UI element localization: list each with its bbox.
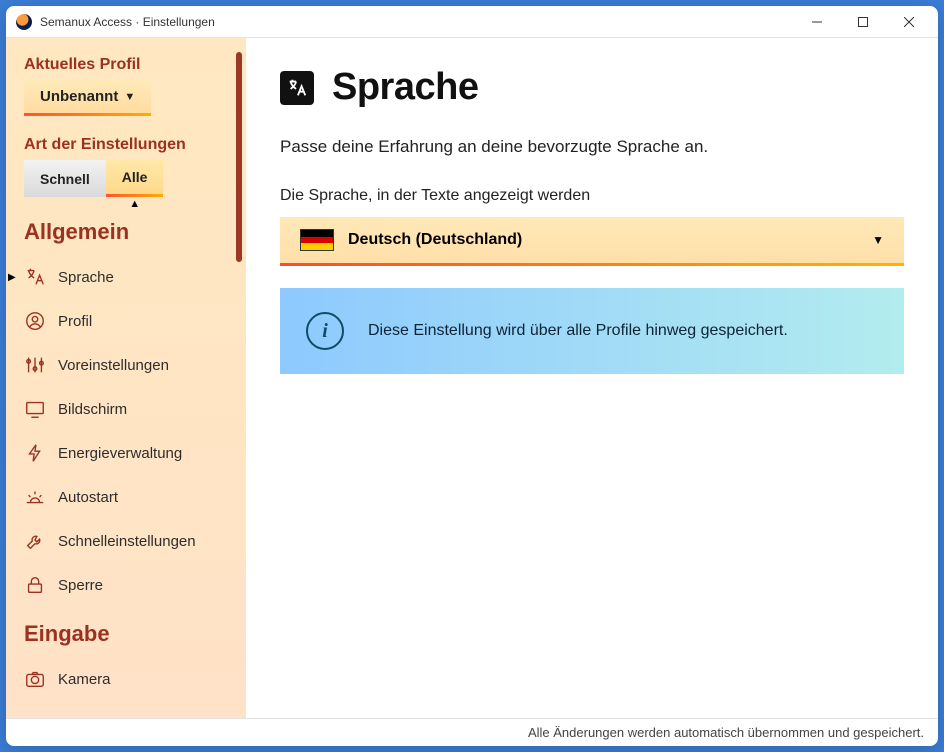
- profile-dropdown[interactable]: Unbenannt ▼: [24, 80, 151, 116]
- settings-kind-label: Art der Einstellungen: [24, 136, 232, 154]
- sidebar-item-kamera[interactable]: Kamera: [24, 657, 232, 701]
- sidebar-item-label: Voreinstellungen: [58, 357, 169, 374]
- sidebar-item-bildschirm[interactable]: Bildschirm: [24, 387, 232, 431]
- sidebar-item-autostart[interactable]: Autostart: [24, 475, 232, 519]
- sidebar-item-voreinstellungen[interactable]: Voreinstellungen: [24, 343, 232, 387]
- info-box: i Diese Einstellung wird über alle Profi…: [280, 288, 904, 374]
- sidebar-item-sperre[interactable]: Sperre: [24, 563, 232, 607]
- language-header-icon: [280, 71, 314, 105]
- info-icon: i: [306, 312, 344, 350]
- language-select[interactable]: Deutsch (Deutschland) ▼: [280, 217, 904, 266]
- sidebar-item-label: Autostart: [58, 489, 118, 506]
- minimize-button[interactable]: [794, 7, 840, 37]
- window-title: Semanux Access · Einstellungen: [40, 15, 794, 29]
- sunrise-icon: [24, 486, 46, 508]
- app-icon: [16, 14, 32, 30]
- sidebar-item-label: Bildschirm: [58, 401, 127, 418]
- page-header: Sprache: [280, 66, 904, 109]
- display-icon: [24, 398, 46, 420]
- sidebar-item-label: Profil: [58, 313, 92, 330]
- language-select-value: Deutsch (Deutschland): [348, 231, 858, 249]
- wrench-icon: [24, 530, 46, 552]
- app-window: Semanux Access · Einstellungen Aktuelles…: [6, 6, 938, 746]
- profile-name: Unbenannt: [40, 88, 118, 105]
- chevron-down-icon: ▼: [872, 233, 884, 247]
- lock-icon: [24, 574, 46, 596]
- sidebar: Aktuelles Profil Unbenannt ▼ Art der Ein…: [6, 38, 246, 718]
- sidebar-item-profil[interactable]: Profil: [24, 299, 232, 343]
- profile-section-label: Aktuelles Profil: [24, 56, 232, 74]
- close-button[interactable]: [886, 7, 932, 37]
- sidebar-item-label: Energieverwaltung: [58, 445, 182, 462]
- sidebar-item-label: Sprache: [58, 269, 114, 286]
- chevron-down-icon: ▼: [124, 91, 135, 103]
- profile-icon: [24, 310, 46, 332]
- titlebar: Semanux Access · Einstellungen: [6, 6, 938, 38]
- sidebar-scrollbar[interactable]: [236, 52, 242, 262]
- language-field-label: Die Sprache, in der Texte angezeigt werd…: [280, 187, 904, 205]
- page-subtitle: Passe deine Erfahrung an deine bevorzugt…: [280, 137, 904, 157]
- sidebar-item-label: Schnelleinstellungen: [58, 533, 196, 550]
- maximize-button[interactable]: [840, 7, 886, 37]
- settings-kind-segmented: Schnell Alle: [24, 160, 232, 197]
- main-content: Sprache Passe deine Erfahrung an deine b…: [246, 38, 938, 718]
- category-input: Eingabe: [24, 621, 232, 647]
- language-icon: [24, 266, 46, 288]
- seg-schnell[interactable]: Schnell: [24, 160, 106, 197]
- seg-alle[interactable]: Alle: [106, 160, 164, 197]
- window-controls: [794, 7, 932, 37]
- sidebar-item-label: Kamera: [58, 671, 111, 688]
- statusbar: Alle Änderungen werden automatisch übern…: [6, 718, 938, 746]
- flag-germany-icon: [300, 229, 334, 251]
- sidebar-item-sprache[interactable]: Sprache: [24, 255, 232, 299]
- power-icon: [24, 442, 46, 464]
- sliders-icon: [24, 354, 46, 376]
- sidebar-item-schnelleinstellungen[interactable]: Schnelleinstellungen: [24, 519, 232, 563]
- category-general: Allgemein: [24, 219, 232, 245]
- info-text: Diese Einstellung wird über alle Profile…: [368, 322, 788, 340]
- sidebar-item-label: Sperre: [58, 577, 103, 594]
- sidebar-item-energie[interactable]: Energieverwaltung: [24, 431, 232, 475]
- camera-icon: [24, 668, 46, 690]
- page-title: Sprache: [332, 66, 478, 109]
